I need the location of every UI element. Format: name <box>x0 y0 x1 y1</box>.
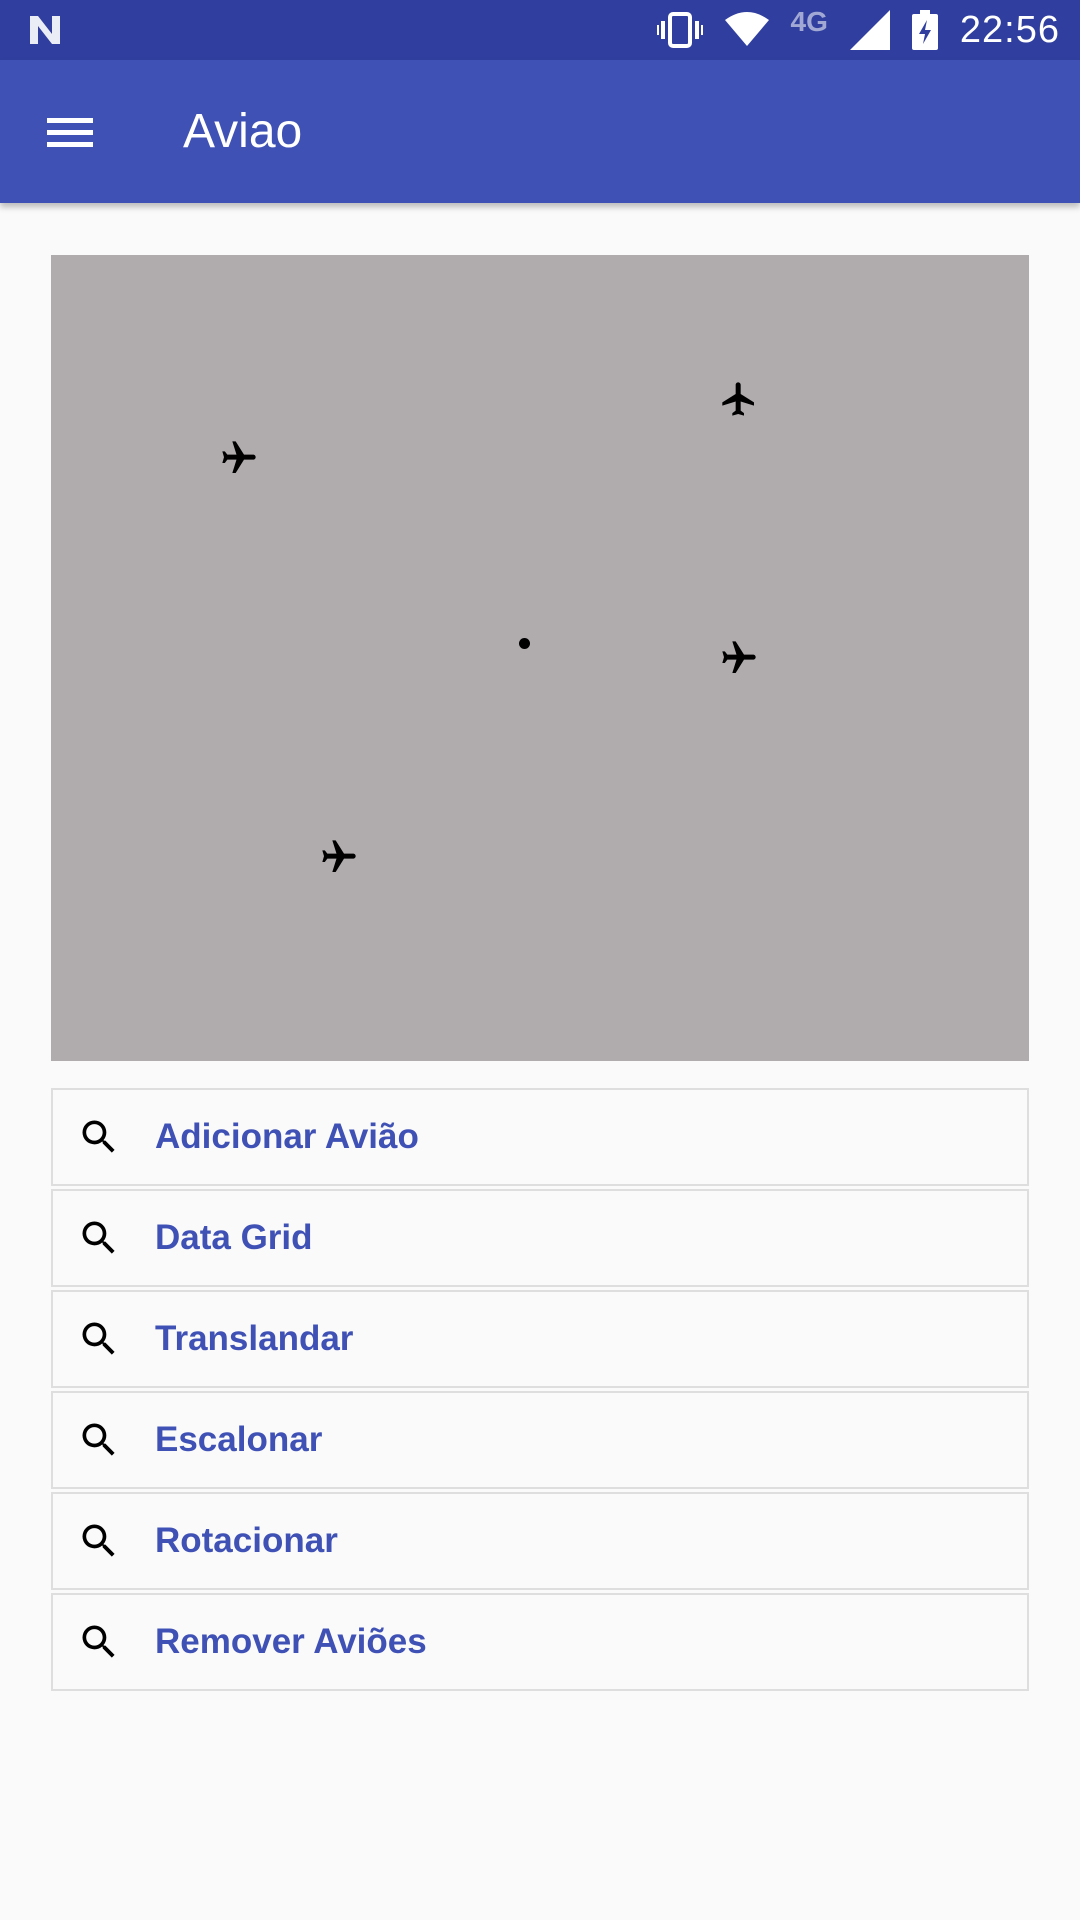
remove-airplanes-button[interactable]: Remover Aviões <box>51 1593 1029 1691</box>
app-bar: Aviao <box>0 60 1080 203</box>
n-notification-icon <box>30 16 60 44</box>
airplane-icon <box>322 840 356 872</box>
network-type-label: 4G <box>790 6 828 37</box>
search-icon <box>82 1221 115 1254</box>
translate-button[interactable]: Translandar <box>51 1290 1029 1388</box>
airplane-icon <box>722 641 756 673</box>
vibrate-icon <box>656 12 703 48</box>
status-clock: 22:56 <box>959 8 1060 51</box>
menu-item-label: Remover Aviões <box>155 1622 427 1661</box>
search-icon <box>82 1524 115 1557</box>
menu-item-label: Translandar <box>155 1319 354 1358</box>
status-bar: 4G 22:56 <box>0 0 1080 60</box>
signal-icon <box>849 10 890 50</box>
battery-charging-icon <box>911 10 938 50</box>
status-icons: 4G 22:56 <box>656 0 1060 60</box>
airplane-icon <box>222 441 256 473</box>
search-icon <box>82 1322 115 1355</box>
center-point <box>519 638 530 649</box>
add-airplane-button[interactable]: Adicionar Avião <box>51 1088 1029 1186</box>
menu-item-label: Adicionar Avião <box>155 1117 419 1156</box>
menu-item-label: Data Grid <box>155 1218 313 1257</box>
menu-item-label: Escalonar <box>155 1420 323 1459</box>
page-title: Aviao <box>183 105 303 158</box>
wifi-icon <box>724 12 769 46</box>
action-list: Adicionar Avião Data Grid Translandar Es… <box>51 1088 1029 1694</box>
rotate-button[interactable]: Rotacionar <box>51 1492 1029 1590</box>
scale-button[interactable]: Escalonar <box>51 1391 1029 1489</box>
hamburger-menu-icon[interactable] <box>40 104 100 160</box>
search-icon <box>82 1120 115 1153</box>
search-icon <box>82 1423 115 1456</box>
data-grid-button[interactable]: Data Grid <box>51 1189 1029 1287</box>
search-icon <box>82 1625 115 1658</box>
menu-item-label: Rotacionar <box>155 1521 338 1560</box>
app-screen: 4G 22:56 Aviao Adicionar Avião Data Grid… <box>0 0 1080 1920</box>
airplane-icon <box>722 382 754 416</box>
airplane-canvas[interactable] <box>51 255 1029 1061</box>
